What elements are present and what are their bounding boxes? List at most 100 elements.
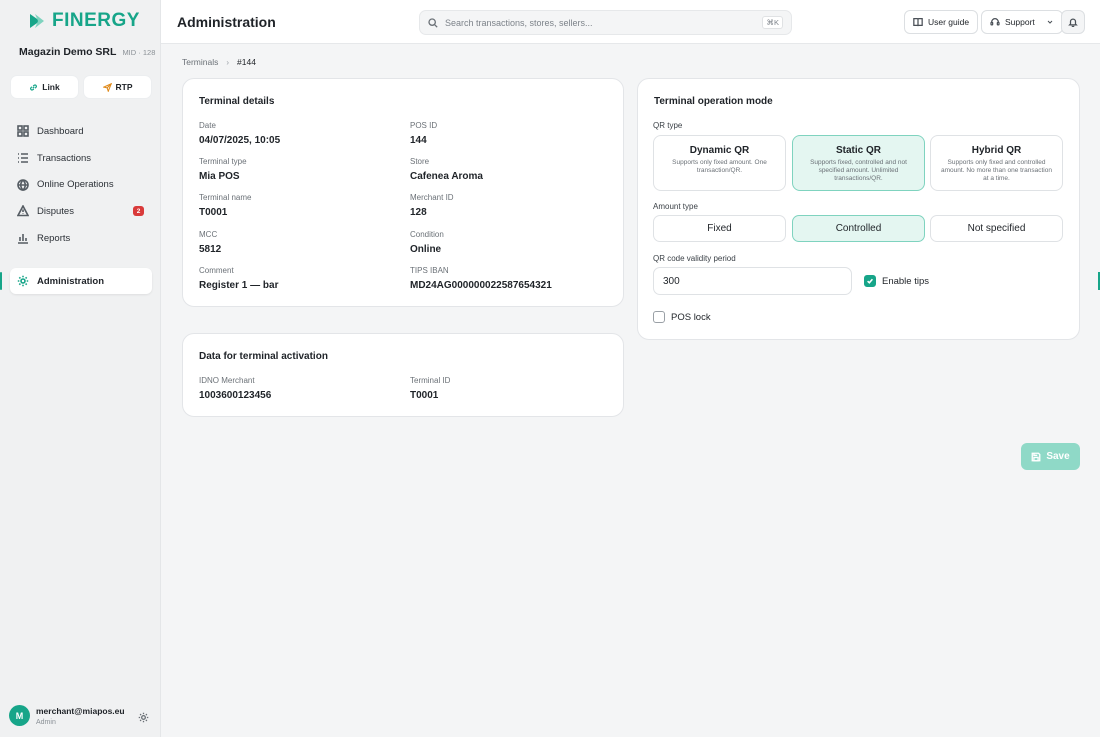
sidebar-item-administration[interactable]: Administration [10, 268, 152, 294]
mcc-value: 5812 [199, 244, 222, 255]
bell-icon [1068, 18, 1078, 27]
avatar: M [9, 705, 30, 726]
headset-icon [990, 18, 1000, 26]
qr-type-desc: Supports fixed, controlled and not speci… [810, 159, 907, 182]
rtp-button-label: RTP [115, 82, 133, 92]
field-label: Date [199, 121, 216, 130]
link-button-label: Link [42, 82, 60, 92]
sidebar-item-reports[interactable]: Reports [10, 225, 152, 252]
date-value: 04/07/2025, 10:05 [199, 135, 281, 146]
tips-iban-value: MD24AG000000022587654321 [410, 280, 552, 291]
card-title: Terminal details [199, 96, 275, 107]
user-profile[interactable]: M merchant@miapos.eu Admin [9, 705, 125, 726]
search-input[interactable] [445, 17, 745, 28]
sidebar-item-label: Dashboard [37, 125, 84, 137]
field-label: TIPS IBAN [410, 266, 449, 275]
save-label: Save [1046, 451, 1070, 462]
sidebar-item-disputes[interactable]: Disputes 2 [10, 198, 152, 225]
idno-merchant-value: 1003600123456 [199, 390, 272, 401]
field-label: Comment [199, 266, 234, 275]
sidebar: FINERGY Magazin Demo SRL MID · 128 Link … [0, 0, 161, 737]
pos-id-value: 144 [410, 135, 427, 146]
brand-logo[interactable]: FINERGY [28, 10, 140, 32]
field-label: Condition [410, 230, 444, 239]
rtp-button[interactable]: RTP [84, 76, 151, 98]
qr-type-label: QR type [653, 121, 683, 130]
link-icon [30, 83, 38, 91]
comment-value: Register 1 — bar [199, 280, 279, 291]
amount-type-fixed[interactable]: Fixed [653, 215, 786, 242]
support-dropdown[interactable]: Support [981, 10, 1063, 34]
search-box[interactable]: ⌘K [419, 10, 792, 35]
amount-type-label: Amount type [653, 202, 698, 211]
qr-type-dynamic[interactable]: Dynamic QR Supports only fixed amount. O… [653, 135, 786, 191]
sidebar-item-dashboard[interactable]: Dashboard [10, 118, 152, 145]
gear-icon [17, 275, 29, 287]
chevron-down-icon [1047, 20, 1053, 24]
sidebar-item-online-operations[interactable]: Online Operations [10, 171, 152, 198]
enable-tips-checkbox[interactable] [864, 275, 876, 287]
sidebar-item-label: Reports [37, 232, 71, 244]
terminal-id-value: T0001 [410, 390, 439, 401]
warning-icon [17, 205, 29, 217]
qr-type-hybrid[interactable]: Hybrid QR Supports only fixed and contro… [930, 135, 1063, 191]
pos-lock-checkbox[interactable] [653, 311, 665, 323]
user-guide-label: User guide [928, 17, 970, 27]
amount-type-controlled[interactable]: Controlled [792, 215, 925, 242]
pos-lock-checkbox-row[interactable]: POS lock [653, 311, 711, 323]
company-mid: MID · 128 [122, 48, 156, 57]
list-icon [18, 153, 28, 163]
qr-type-title: Dynamic QR [689, 145, 750, 156]
qr-type-title: Static QR [835, 145, 881, 156]
user-guide-button[interactable]: User guide [904, 10, 979, 34]
save-icon [1031, 452, 1041, 461]
settings-gear-icon[interactable] [138, 712, 149, 723]
condition-value: Online [410, 244, 442, 255]
field-label: Merchant ID [410, 193, 454, 202]
sidebar-nav: Dashboard Transactions Online Operations… [10, 118, 152, 251]
field-label: Terminal ID [410, 376, 451, 385]
user-role: Admin [36, 718, 56, 726]
amount-type-not-specified[interactable]: Not specified [930, 215, 1063, 242]
field-label: MCC [199, 230, 218, 239]
active-indicator [0, 272, 2, 290]
notifications-button[interactable] [1061, 10, 1085, 34]
sidebar-item-transactions[interactable]: Transactions [10, 145, 152, 172]
globe-icon [17, 178, 29, 191]
breadcrumb-current: #144 [237, 57, 256, 67]
checkmark-icon [867, 278, 874, 284]
user-email: merchant@miapos.eu [36, 705, 125, 716]
sidebar-item-label: Administration [37, 275, 105, 287]
qr-type-desc: Supports only fixed amount. One transact… [672, 159, 767, 174]
save-button[interactable]: Save [1021, 443, 1080, 470]
field-label: Terminal name [199, 193, 252, 202]
terminal-name-value: T0001 [199, 207, 228, 218]
send-icon [102, 82, 112, 92]
company-info: Magazin Demo SRL MID · 128 [19, 46, 155, 58]
card-title: Data for terminal activation [199, 351, 328, 362]
validity-period-label: QR code validity period [653, 254, 736, 263]
merchant-id-value: 128 [410, 207, 427, 218]
disputes-count-badge: 2 [133, 206, 144, 217]
search-shortcut: ⌘K [762, 16, 783, 29]
pos-lock-label: POS lock [671, 311, 711, 323]
page-title: Administration [177, 14, 276, 30]
bar-chart-icon [18, 234, 28, 244]
enable-tips-label: Enable tips [882, 275, 930, 287]
top-header: Administration ⌘K User guide Support [161, 0, 1100, 44]
book-icon [913, 18, 923, 27]
terminal-activation-card: Data for terminal activation IDNO Mercha… [182, 333, 624, 417]
store-value: Cafenea Aroma [410, 171, 483, 182]
breadcrumb-terminals-link[interactable]: Terminals [182, 57, 218, 67]
validity-period-input[interactable]: 300 [653, 267, 852, 295]
dashboard-icon [17, 125, 29, 138]
support-label: Support [1005, 17, 1035, 27]
terminal-details-card: Terminal details Date 04/07/2025, 10:05 … [182, 78, 624, 307]
enable-tips-checkbox-row[interactable]: Enable tips [864, 275, 929, 287]
link-button[interactable]: Link [11, 76, 78, 98]
sidebar-item-label: Disputes [37, 205, 74, 217]
qr-type-static[interactable]: Static QR Supports fixed, controlled and… [792, 135, 925, 191]
sidebar-item-label: Online Operations [37, 179, 114, 191]
field-label: IDNO Merchant [199, 376, 255, 385]
brand-name: FINERGY [52, 10, 140, 31]
